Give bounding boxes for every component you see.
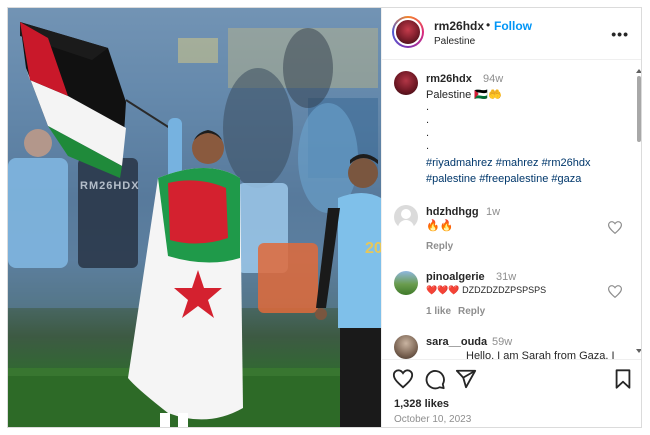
comment-time[interactable]: 59w	[492, 336, 512, 348]
like-count[interactable]: 1,328 likes	[394, 398, 449, 410]
reply-button[interactable]: Reply	[426, 241, 453, 252]
background-name-text: RM26HDX	[80, 180, 140, 192]
scrollbar-thumb[interactable]	[637, 76, 641, 142]
reply-button[interactable]: Reply	[458, 306, 485, 317]
comment-bubble-icon[interactable]	[424, 368, 446, 390]
author-avatar[interactable]	[392, 16, 424, 48]
comment-avatar[interactable]	[394, 271, 418, 295]
shirt-number: 20	[365, 240, 381, 257]
post-side-panel: rm26hdx • Follow Palestine ••• rm26hdx 9…	[381, 8, 642, 427]
caption-hashtags: #riyadmahrez #mahrez #rm26hdx #palestine…	[426, 155, 626, 187]
comments-list: rm26hdx 94w Palestine 🇵🇸🤲 . . . . #riyad…	[382, 61, 641, 359]
hashtag-link[interactable]: #riyadmahrez	[426, 157, 493, 169]
scroll-up-arrow-icon[interactable]	[636, 68, 642, 74]
like-comment-heart-icon[interactable]	[608, 285, 622, 298]
hashtag-link[interactable]: #gaza	[551, 173, 581, 185]
caption-time[interactable]: 94w	[483, 73, 503, 85]
hashtag-link[interactable]: #rm26hdx	[542, 157, 591, 169]
post-location[interactable]: Palestine	[434, 36, 475, 47]
comment-username[interactable]: sara__ouda	[426, 336, 487, 348]
post-actions: 1,328 likes October 10, 2023	[382, 359, 641, 427]
hashtag-link[interactable]: #mahrez	[496, 157, 539, 169]
instagram-post-frame: RM26HDX 20 rm26hdx • Follow Palestine ••…	[7, 7, 642, 428]
caption-avatar[interactable]	[394, 71, 418, 95]
photo-illustration	[8, 8, 381, 427]
separator-dot: •	[486, 18, 491, 32]
follow-button[interactable]: Follow	[494, 19, 532, 33]
caption-text: Palestine 🇵🇸🤲	[426, 89, 502, 101]
hashtag-link[interactable]: #freepalestine	[479, 173, 548, 185]
comment-text: ❤️❤️❤️ DZDZDZDZPSPSPS	[426, 285, 547, 295]
caption-username[interactable]: rm26hdx	[426, 73, 472, 85]
post-header: rm26hdx • Follow Palestine •••	[382, 8, 641, 60]
comment-time[interactable]: 1w	[486, 206, 500, 218]
comment-avatar[interactable]	[394, 335, 418, 359]
comments-scrollbar[interactable]	[636, 68, 642, 358]
like-heart-icon[interactable]	[392, 368, 414, 390]
comment-like-count[interactable]: 1 like	[426, 306, 451, 317]
like-comment-heart-icon[interactable]	[608, 221, 622, 234]
save-bookmark-icon[interactable]	[612, 368, 634, 390]
comment-time[interactable]: 31w	[496, 271, 516, 283]
comment-text: Hello. I am Sarah from Gaza. I	[466, 350, 615, 359]
comment-text: 🔥🔥	[426, 220, 454, 232]
comment-avatar[interactable]	[394, 205, 418, 229]
scroll-down-arrow-icon[interactable]	[636, 348, 642, 354]
comment-username[interactable]: hdzhdhgg	[426, 206, 479, 218]
caption-dots: . . . .	[426, 101, 430, 152]
share-send-icon[interactable]	[455, 368, 477, 390]
hashtag-link[interactable]: #palestine	[426, 173, 476, 185]
author-username[interactable]: rm26hdx	[434, 19, 484, 33]
more-options-icon[interactable]: •••	[611, 26, 629, 42]
post-date[interactable]: October 10, 2023	[394, 414, 471, 425]
comment-username[interactable]: pinoalgerie	[426, 271, 485, 283]
post-photo[interactable]: RM26HDX 20	[8, 8, 381, 427]
